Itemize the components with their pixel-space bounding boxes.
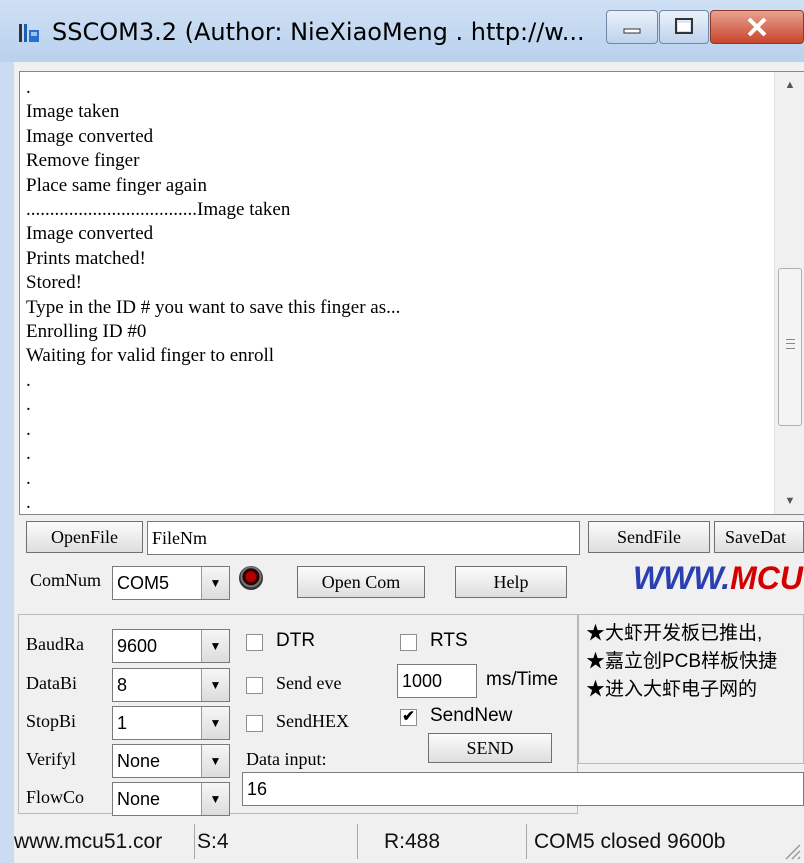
- status-divider: [526, 824, 527, 859]
- close-button[interactable]: [710, 10, 804, 44]
- send-new-label: SendNew: [430, 705, 513, 726]
- maximize-button[interactable]: [659, 10, 709, 44]
- com-port-select[interactable]: COM5 ▼: [112, 566, 230, 600]
- status-divider: [357, 824, 358, 859]
- terminal-output: . Image taken Image converted Remove fin…: [26, 77, 401, 513]
- open-com-button[interactable]: Open Com: [297, 566, 425, 598]
- file-name-field[interactable]: FileNm: [147, 521, 580, 555]
- title-bar[interactable]: SSCOM3.2 (Author: NieXiaoMeng . http://w…: [0, 0, 804, 62]
- flow-control-label: FlowCo: [26, 787, 85, 807]
- port-status-led-icon: [239, 566, 263, 590]
- minimize-icon: [623, 28, 641, 34]
- stop-bits-select[interactable]: 1 ▼: [112, 706, 230, 740]
- data-bits-label: DataBi: [26, 673, 77, 693]
- status-bar: www.mcu51.cor S:4 R:488 COM5 closed 9600…: [14, 820, 804, 863]
- sscom-window: SSCOM3.2 (Author: NieXiaoMeng . http://w…: [0, 0, 804, 863]
- ad-text[interactable]: ★大虾开发板已推出, ★嘉立创PCB样板快捷 ★进入大虾电子网的: [586, 620, 777, 704]
- com-port-value: COM5: [117, 573, 170, 593]
- status-divider: [194, 824, 195, 859]
- status-port: COM5 closed 9600b: [534, 830, 726, 853]
- send-hex-label: SendHEX: [276, 711, 349, 731]
- scroll-thumb[interactable]: [778, 268, 802, 426]
- send-interval-input[interactable]: 1000: [397, 664, 477, 698]
- baud-rate-select[interactable]: 9600 ▼: [112, 629, 230, 663]
- dtr-label: DTR: [276, 630, 316, 651]
- baud-rate-label: BaudRa: [26, 634, 84, 654]
- receive-terminal[interactable]: . Image taken Image converted Remove fin…: [19, 71, 804, 515]
- save-data-button[interactable]: SaveDat: [714, 521, 804, 553]
- stop-bits-label: StopBi: [26, 711, 77, 731]
- chevron-down-icon: ▼: [201, 745, 229, 777]
- grip-icon: [786, 339, 795, 349]
- scroll-down-arrow-icon[interactable]: ▼: [775, 488, 804, 514]
- vertical-scrollbar[interactable]: ▲ ▼: [774, 72, 804, 514]
- data-input-field[interactable]: 16: [242, 772, 804, 806]
- send-every-label: Send eve: [276, 673, 342, 693]
- send-file-button[interactable]: SendFile: [588, 521, 710, 553]
- checkmark-icon: ✔: [402, 708, 415, 725]
- minimize-button[interactable]: [606, 10, 658, 44]
- interval-unit-label: ms/Time: [486, 669, 559, 690]
- data-input-label: Data input:: [246, 749, 327, 769]
- flow-control-select[interactable]: None ▼: [112, 782, 230, 816]
- close-icon: [747, 17, 767, 37]
- chevron-down-icon: ▼: [201, 567, 229, 599]
- send-hex-checkbox[interactable]: [246, 715, 263, 732]
- com-num-label: ComNum: [30, 570, 102, 590]
- chevron-down-icon: ▼: [201, 669, 229, 701]
- open-file-button[interactable]: OpenFile: [26, 521, 143, 553]
- send-every-checkbox[interactable]: [246, 677, 263, 694]
- sscom-app-icon: [19, 24, 39, 42]
- send-button[interactable]: SEND: [428, 733, 552, 763]
- help-button[interactable]: Help: [455, 566, 567, 598]
- maximize-icon: [675, 18, 693, 34]
- verify-label: Verifyl: [26, 749, 76, 769]
- status-received-count: R:488: [384, 830, 441, 853]
- dtr-checkbox[interactable]: [246, 634, 263, 651]
- scroll-up-arrow-icon[interactable]: ▲: [775, 72, 804, 98]
- rts-checkbox[interactable]: [400, 634, 417, 651]
- chevron-down-icon: ▼: [201, 707, 229, 739]
- data-bits-select[interactable]: 8 ▼: [112, 668, 230, 702]
- status-site[interactable]: www.mcu51.cor: [14, 820, 192, 863]
- send-new-checkbox[interactable]: ✔: [400, 709, 417, 726]
- website-logo[interactable]: WWW.MCU: [633, 560, 803, 597]
- status-sent-count: S:4: [197, 830, 229, 853]
- verify-select[interactable]: None ▼: [112, 744, 230, 778]
- rts-label: RTS: [430, 630, 468, 651]
- window-title: SSCOM3.2 (Author: NieXiaoMeng . http://w…: [52, 18, 585, 46]
- chevron-down-icon: ▼: [201, 630, 229, 662]
- resize-grip-icon[interactable]: [780, 839, 802, 861]
- chevron-down-icon: ▼: [201, 783, 229, 815]
